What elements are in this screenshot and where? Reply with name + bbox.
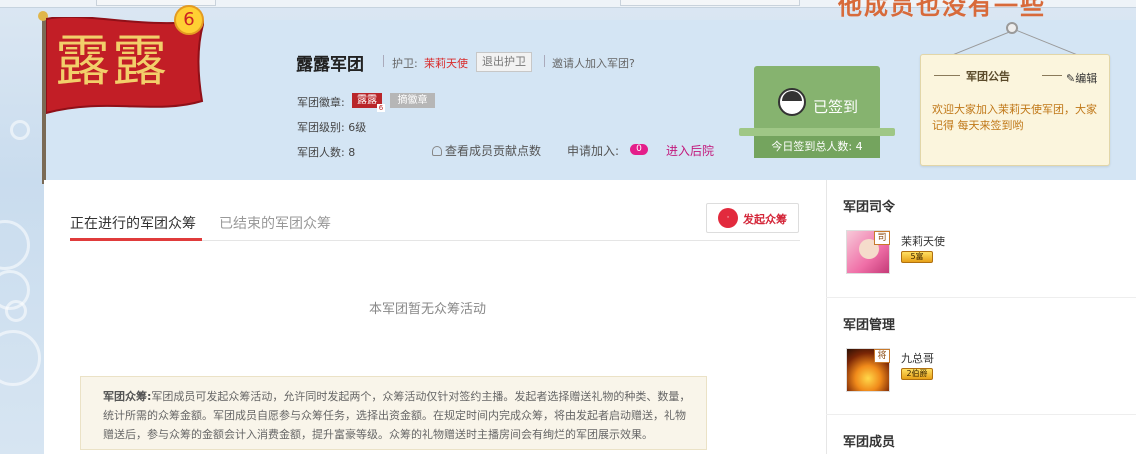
top-tab[interactable] [96, 0, 216, 6]
divider [544, 55, 545, 67]
manager-rank-badge: 2伯爵 [901, 368, 933, 380]
apply-join-count[interactable]: 0 [630, 144, 648, 155]
description-title: 军团众筹: [103, 390, 152, 403]
pick-emblem-button[interactable]: 摘徽章 [390, 93, 435, 108]
active-tab-indicator [70, 238, 202, 241]
sidebar-divider [826, 297, 1136, 298]
heart-icon: · [718, 208, 738, 228]
commander-tag: 司 [874, 231, 890, 245]
invite-link[interactable]: 邀请人加入军团? [552, 55, 635, 71]
view-contribution-label: 查看成员贡献点数 [445, 144, 542, 158]
notice-title-rule [934, 75, 960, 76]
management-title: 军团管理 [843, 318, 896, 333]
notice-title: 军团公告 [966, 70, 1010, 83]
commander-wealth-badge: 5富 [901, 251, 933, 263]
level-badge: 6 [174, 5, 204, 35]
legion-member-count: 军团人数: 8 [297, 146, 356, 159]
emblem-label: 军团徽章: [297, 96, 345, 109]
emblem-badge[interactable]: 露露 6 [352, 93, 385, 112]
divider [383, 55, 384, 67]
overlay-caption: 他成员也没有一些 [838, 0, 1046, 20]
signin-avatar-icon [778, 88, 806, 116]
guard-label: 护卫: [392, 57, 418, 70]
members-title: 军团成员 [843, 435, 896, 450]
commander-name[interactable]: 茉莉天使 [901, 233, 945, 249]
guard-name[interactable]: 茉莉天使 [424, 55, 468, 71]
signin-total: 今日签到总人数: 4 [754, 136, 880, 158]
start-crowdfund-label[interactable]: 发起众筹 [743, 211, 787, 227]
legion-level: 军团级别: 6级 [297, 121, 367, 134]
tab-ongoing-crowdfund[interactable]: 正在进行的军团众筹 [70, 213, 196, 233]
notice-title-rule [1042, 75, 1062, 76]
user-icon [432, 146, 442, 156]
enter-backyard-link[interactable]: 进入后院 [666, 142, 714, 159]
notice-body: 欢迎大家加入茉莉天使军团，大家记得 每天来签到哟 [932, 103, 1097, 132]
apply-join-label: 申请加入: [567, 144, 620, 158]
signin-status: 已签到 [813, 98, 859, 116]
legion-name: 露露军团 [296, 55, 364, 75]
crowdfund-description: 军团众筹:军团成员可发起众筹活动，允许同时发起两个，众筹活动仅针对签约主播。发起… [80, 376, 707, 450]
tab-ended-crowdfund[interactable]: 已结束的军团众筹 [219, 213, 331, 233]
sidebar-divider [826, 414, 1136, 415]
empty-message: 本军团暂无众筹活动 [369, 302, 487, 317]
manager-tag: 将 [874, 349, 890, 363]
emblem-text: 露露 [357, 95, 377, 106]
signin-base [739, 128, 895, 136]
quit-guard-button[interactable]: 退出护卫 [476, 52, 532, 72]
description-body: 军团成员可发起众筹活动，允许同时发起两个，众筹活动仅针对签约主播。发起者选择赠送… [103, 390, 691, 441]
view-contribution-link[interactable]: 查看成员贡献点数 [432, 142, 541, 159]
commander-title: 军团司令 [843, 200, 896, 215]
emblem-level: 6 [377, 104, 385, 112]
notice-edit-button[interactable]: ✎编辑 [1066, 70, 1097, 86]
flag-text: 露露 [55, 29, 170, 93]
manager-name[interactable]: 九总哥 [901, 350, 934, 366]
notice-nail-icon [1006, 22, 1018, 34]
top-tab[interactable] [620, 0, 800, 6]
